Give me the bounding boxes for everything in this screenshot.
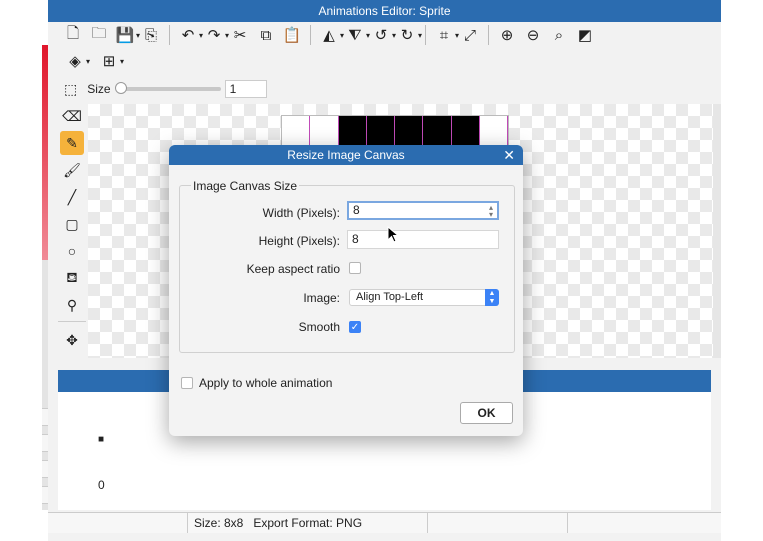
image-label: Image: — [303, 291, 340, 305]
chevron-updown-icon[interactable]: ▲ ▼ — [485, 289, 499, 306]
crop-icon[interactable]: ⌗ — [431, 24, 459, 46]
paste-icon[interactable]: 📋 — [279, 24, 305, 46]
rotate-left-icon[interactable]: ↺ — [368, 24, 396, 46]
outer-background-left — [0, 0, 42, 541]
sprite-pixel[interactable] — [423, 116, 452, 146]
status-text: Size: 8x8 Export Format: PNG — [188, 513, 428, 533]
rotate-right-icon[interactable]: ↻ — [394, 24, 422, 46]
width-stepper-icon[interactable]: ▴ ▾ — [489, 204, 493, 219]
flip-vertical-icon[interactable]: ⧨ — [342, 24, 370, 46]
size-slider[interactable] — [114, 82, 221, 94]
resize-icon[interactable]: ⤢ — [457, 24, 483, 46]
close-icon[interactable]: ✕ — [503, 145, 515, 165]
brush-icon[interactable]: 🖌 — [60, 158, 84, 182]
mouse-cursor-icon — [387, 226, 400, 243]
ok-button[interactable]: OK — [460, 402, 513, 424]
secondary-toolbar: ◈ ⊞ — [48, 48, 721, 74]
image-align-value: Align Top-Left — [356, 291, 424, 303]
layers-icon[interactable]: ◈ — [62, 50, 90, 72]
toolbar-separator — [488, 25, 489, 45]
sprite-pixel[interactable] — [451, 116, 480, 146]
toolbar-separator — [169, 25, 170, 45]
sprite-pixel[interactable] — [282, 116, 311, 146]
status-bar: Size: 8x8 Export Format: PNG — [48, 512, 721, 533]
toolbar-separator — [425, 25, 426, 45]
cut-icon[interactable]: ✂ — [227, 24, 253, 46]
tools-separator — [58, 321, 86, 322]
sprite-pixel[interactable] — [395, 116, 424, 146]
height-input[interactable]: 8 — [347, 230, 499, 249]
smooth-label: Smooth — [298, 320, 340, 334]
size-label: Size — [87, 82, 111, 96]
sprite-pixel[interactable] — [310, 116, 339, 146]
dialog-title-bar: Resize Image Canvas ✕ — [169, 145, 523, 165]
zoom-in-icon[interactable]: ⊕ — [494, 24, 520, 46]
sprite-pixel[interactable] — [338, 116, 367, 146]
paint-bucket-icon[interactable]: ⛾ — [60, 266, 84, 290]
toolbar-separator — [310, 25, 311, 45]
frame-thumbnail[interactable]: ■ — [98, 434, 104, 445]
sprite-preview[interactable] — [281, 115, 509, 147]
zoom-fit-icon[interactable]: ⌕ — [546, 24, 572, 46]
status-segment — [428, 513, 568, 533]
eyedropper-icon[interactable]: ⚲ — [60, 293, 84, 317]
ellipse-icon[interactable]: ○ — [60, 239, 84, 263]
keep-aspect-label: Keep aspect ratio — [246, 262, 340, 276]
window-title: Animations Editor: Sprite — [48, 0, 721, 22]
sprite-pixel[interactable] — [366, 116, 395, 146]
fill-toggle-icon[interactable]: ◩ — [572, 24, 598, 46]
flip-horizontal-icon[interactable]: ◭ — [316, 24, 344, 46]
width-input[interactable]: 8 ▴ ▾ — [347, 201, 499, 220]
redo-icon[interactable]: ↷ — [201, 24, 229, 46]
eraser-icon[interactable]: ⌫ — [60, 104, 84, 128]
smooth-checkbox[interactable]: ✓ — [349, 321, 361, 333]
export-icon[interactable]: ⎘ — [138, 24, 164, 46]
size-slider-knob[interactable] — [114, 82, 127, 94]
dialog-title: Resize Image Canvas — [287, 148, 405, 162]
tool-options-bar: ⬚ Size 1 — [48, 76, 721, 102]
apply-all-checkbox[interactable] — [181, 377, 193, 389]
grid-icon[interactable]: ⊞ — [96, 50, 124, 72]
status-segment — [48, 513, 188, 533]
resize-image-canvas-dialog: Resize Image Canvas ✕ Image Canvas Size … — [169, 145, 523, 436]
width-label: Width (Pixels): — [262, 206, 340, 220]
main-toolbar: 🗋 🗀 💾 ⎘ ↶ ↷ ✂ ⧉ 📋 ◭ ⧨ ↺ ↻ ⌗ ⤢ ⊕ ⊖ ⌕ ◩ — [48, 22, 721, 48]
keep-aspect-checkbox[interactable] — [349, 262, 361, 274]
new-file-icon[interactable]: 🗋 — [60, 24, 86, 46]
selection-icon[interactable]: ⬚ — [64, 81, 77, 98]
canvas-scrollbar[interactable] — [713, 104, 721, 358]
group-title: Image Canvas Size — [191, 179, 300, 193]
pencil-icon[interactable]: ✎ — [60, 131, 84, 155]
zoom-out-icon[interactable]: ⊖ — [520, 24, 546, 46]
open-folder-icon[interactable]: 🗀 — [86, 24, 112, 46]
line-icon[interactable]: ╱ — [60, 185, 84, 209]
outer-background-right — [721, 0, 763, 541]
save-icon[interactable]: 💾 — [112, 24, 140, 46]
sprite-pixel[interactable] — [480, 116, 508, 146]
height-label: Height (Pixels): — [258, 234, 340, 248]
frame-number: 0 — [98, 478, 105, 492]
move-icon[interactable]: ✥ — [60, 328, 84, 352]
rectangle-icon[interactable]: ▢ — [60, 212, 84, 236]
width-value: 8 — [353, 203, 360, 217]
copy-icon[interactable]: ⧉ — [253, 24, 279, 46]
undo-icon[interactable]: ↶ — [175, 24, 203, 46]
tools-palette: ⌫ ✎ 🖌 ╱ ▢ ○ ⛾ ⚲ ✥ — [58, 104, 86, 354]
size-input[interactable]: 1 — [224, 80, 267, 98]
apply-all-label: Apply to whole animation — [199, 376, 333, 390]
image-align-select[interactable]: Align Top-Left ▲ ▼ — [349, 289, 499, 306]
